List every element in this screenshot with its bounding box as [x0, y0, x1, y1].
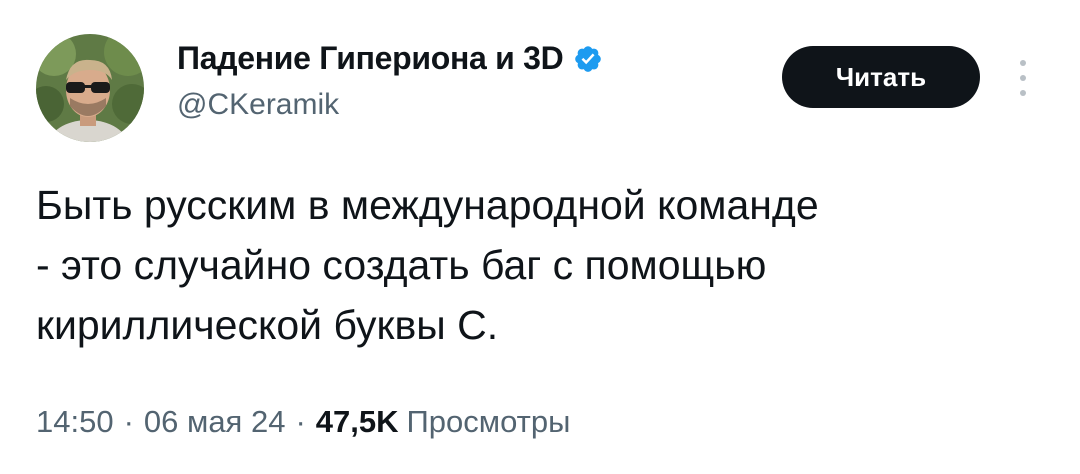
views-count[interactable]: 47,5K [316, 404, 399, 440]
meta-separator: · [295, 404, 306, 439]
tweet-text-line: кириллической буквы С. [36, 302, 499, 348]
author-display-name[interactable]: Падение Гипериона и 3D [177, 40, 564, 77]
follow-button[interactable]: Читать [782, 46, 980, 108]
avatar[interactable] [36, 34, 144, 142]
meta-separator: · [123, 404, 134, 439]
tweet-text: Быть русским в международной команде - э… [36, 175, 1046, 355]
tweet-meta: 14:50 · 06 мая 24 · 47,5K Просмотры [36, 404, 570, 440]
verified-badge-icon[interactable] [573, 44, 603, 74]
more-dot [1020, 60, 1026, 66]
more-dot [1020, 75, 1026, 81]
tweet-text-line: Быть русским в международной команде [36, 182, 819, 228]
tweet-date[interactable]: 06 мая 24 [144, 404, 286, 440]
author-handle[interactable]: @CKeramik [177, 88, 339, 122]
more-dot [1020, 90, 1026, 96]
tweet-time[interactable]: 14:50 [36, 404, 114, 440]
views-label: Просмотры [406, 404, 571, 439]
tweet-text-line: - это случайно создать баг с помощью [36, 242, 767, 288]
author-name-row: Падение Гипериона и 3D [177, 40, 603, 77]
more-vertical-icon[interactable] [1013, 60, 1033, 96]
avatar-image [36, 34, 144, 142]
